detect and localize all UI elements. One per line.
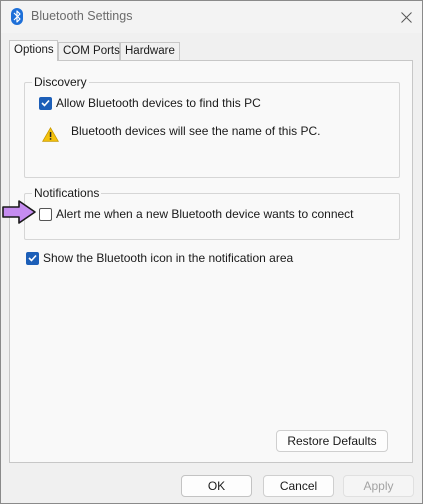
ok-button[interactable]: OK [181, 475, 252, 497]
tab-com-ports[interactable]: COM Ports [58, 42, 120, 60]
warning-icon [42, 127, 59, 142]
restore-defaults-button[interactable]: Restore Defaults [276, 430, 388, 452]
discovery-group: Discovery Allow Bluetooth devices to fin… [24, 75, 400, 178]
discovery-warning-text: Bluetooth devices will see the name of t… [71, 124, 321, 138]
alert-new-device-label: Alert me when a new Bluetooth device wan… [56, 207, 354, 221]
apply-button[interactable]: Apply [343, 475, 414, 497]
checkbox-unchecked[interactable] [39, 207, 52, 221]
pointer-arrow-icon [2, 200, 36, 224]
tab-options[interactable]: Options [9, 40, 58, 61]
window-title: Bluetooth Settings [31, 9, 133, 23]
options-panel: Discovery Allow Bluetooth devices to fin… [9, 60, 413, 463]
notifications-group: Notifications Alert me when a new Blueto… [24, 186, 400, 240]
title-bar[interactable]: Bluetooth Settings [1, 1, 422, 33]
bluetooth-icon [11, 8, 23, 25]
close-button[interactable] [393, 5, 419, 29]
show-tray-icon-label: Show the Bluetooth icon in the notificat… [43, 251, 294, 265]
allow-discovery-checkbox[interactable]: Allow Bluetooth devices to find this PC [39, 96, 261, 110]
tab-hardware[interactable]: Hardware [120, 42, 180, 60]
checkmark-icon [41, 99, 50, 107]
checkbox-checked[interactable] [39, 96, 52, 110]
alert-new-device-checkbox[interactable]: Alert me when a new Bluetooth device wan… [39, 207, 354, 221]
discovery-legend: Discovery [32, 75, 89, 89]
show-tray-icon-checkbox[interactable]: Show the Bluetooth icon in the notificat… [26, 251, 293, 265]
allow-discovery-label: Allow Bluetooth devices to find this PC [56, 96, 261, 110]
checkbox-checked[interactable] [26, 251, 39, 265]
notifications-legend: Notifications [32, 186, 102, 200]
close-icon [400, 11, 412, 23]
bluetooth-settings-dialog: Bluetooth Settings Options COM Ports Har… [0, 0, 423, 504]
cancel-button[interactable]: Cancel [263, 475, 334, 497]
checkmark-icon [28, 254, 37, 262]
